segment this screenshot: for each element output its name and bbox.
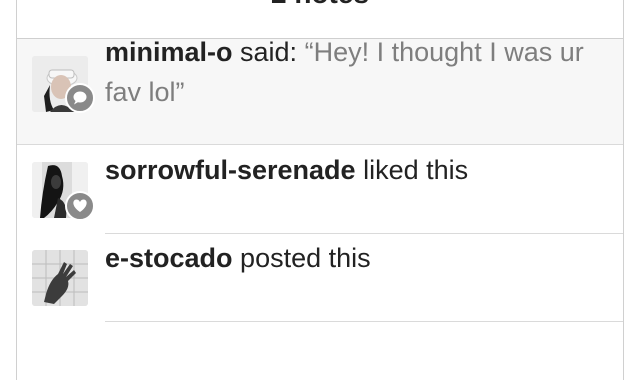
note-item-like[interactable]: sorrowful-serenade liked this (17, 146, 623, 234)
note-username[interactable]: minimal-o (105, 37, 233, 67)
note-text-post: e-stocado posted this (105, 238, 605, 278)
heart-icon (73, 199, 87, 212)
note-item-post[interactable]: e-stocado posted this (17, 234, 623, 322)
note-text-like: sorrowful-serenade liked this (105, 150, 605, 190)
note-action: said: (240, 37, 298, 67)
divider (105, 321, 623, 322)
avatar-image (32, 250, 88, 306)
notes-panel: 2 notes minimal-o said: “Hey! I though (16, 0, 624, 380)
note-username[interactable]: e-stocado (105, 243, 233, 273)
notes-count-title: 2 notes (17, 0, 623, 8)
note-text-reply: minimal-o said: “Hey! I thought I was ur… (105, 32, 605, 112)
note-item-reply[interactable]: minimal-o said: “Hey! I thought I was ur… (17, 37, 623, 145)
note-username[interactable]: sorrowful-serenade (105, 155, 356, 185)
speech-bubble-icon (73, 91, 87, 105)
avatar-e-stocado[interactable] (32, 250, 88, 306)
reply-badge (65, 83, 95, 113)
note-action: posted this (240, 243, 371, 273)
like-badge (65, 191, 95, 221)
note-action: liked this (363, 155, 469, 185)
